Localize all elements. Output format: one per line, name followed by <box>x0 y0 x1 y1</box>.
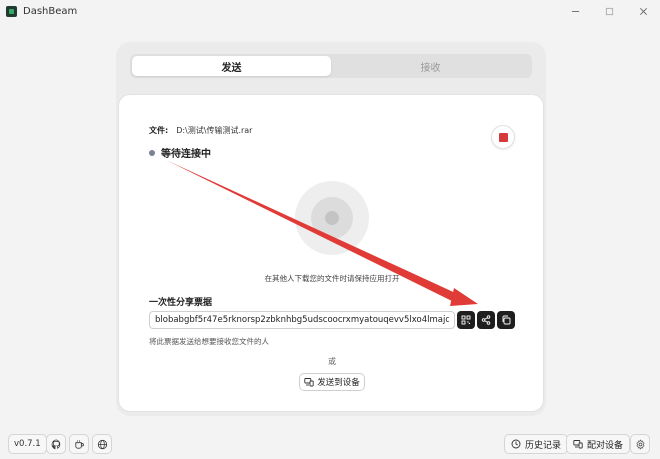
ticket-hint: 将此票据发送给想要接收您文件的人 <box>149 337 269 346</box>
globe-icon <box>97 439 107 449</box>
history-label: 历史记录 <box>525 440 562 451</box>
window-title: DashBeam <box>23 5 78 17</box>
pair-device-label: 配对设备 <box>587 440 624 451</box>
qr-code-icon <box>461 315 471 325</box>
stop-button[interactable] <box>491 125 515 149</box>
status-dot-icon <box>149 149 155 156</box>
stop-icon <box>498 132 508 142</box>
connection-status: 等待连接中 <box>149 145 211 160</box>
or-divider: 或 <box>328 357 336 366</box>
title-bar: DashBeam <box>0 0 660 22</box>
ticket-input[interactable] <box>149 311 455 329</box>
send-to-device-label: 发送到设备 <box>317 378 360 388</box>
tab-bar: 发送 接收 <box>130 54 532 78</box>
main-panel: 发送 接收 文件: D:\测试\传输测试.rar 等待连接中 在其他人下载您的文… <box>116 42 546 416</box>
ticket-title: 一次性分享票据 <box>149 298 213 308</box>
device-icon <box>573 440 583 449</box>
qr-code-button[interactable] <box>457 311 475 329</box>
gear-icon <box>635 438 645 450</box>
file-path: D:\测试\传输测试.rar <box>176 126 253 135</box>
maximize-icon <box>605 7 613 15</box>
waiting-indicator <box>295 181 369 255</box>
copy-button[interactable] <box>497 311 515 329</box>
minimize-icon <box>571 10 579 12</box>
close-icon <box>639 7 647 15</box>
coffee-button[interactable] <box>69 434 89 454</box>
github-button[interactable] <box>46 434 66 454</box>
pair-device-button[interactable]: 配对设备 <box>566 434 631 454</box>
history-icon <box>511 439 521 449</box>
window-controls <box>558 0 660 22</box>
language-button[interactable] <box>92 434 112 454</box>
file-row: 文件: D:\测试\传输测试.rar <box>149 125 252 136</box>
settings-button[interactable] <box>630 434 650 454</box>
send-to-device-button[interactable]: 发送到设备 <box>299 373 365 391</box>
history-button[interactable]: 历史记录 <box>504 434 569 454</box>
coffee-cup-icon <box>74 439 84 449</box>
version-button[interactable]: v0.7.1 <box>8 434 47 454</box>
tab-send[interactable]: 发送 <box>132 56 331 76</box>
waiting-indicator-inner <box>311 197 353 239</box>
waiting-indicator-core <box>325 211 339 225</box>
copy-icon <box>502 315 511 325</box>
share-button[interactable] <box>477 311 495 329</box>
status-text: 等待连接中 <box>161 149 211 160</box>
tab-receive[interactable]: 接收 <box>331 56 530 76</box>
app-logo-icon <box>6 5 17 17</box>
file-label: 文件: <box>149 126 169 135</box>
share-icon <box>481 315 491 325</box>
send-card: 文件: D:\测试\传输测试.rar 等待连接中 在其他人下载您的文件时请保持应… <box>118 94 544 412</box>
minimize-button[interactable] <box>558 0 592 22</box>
github-icon <box>51 439 60 449</box>
close-button[interactable] <box>626 0 660 22</box>
device-icon <box>304 378 314 387</box>
maximize-button[interactable] <box>592 0 626 22</box>
keep-open-hint: 在其他人下载您的文件时请保持应用打开 <box>264 274 400 283</box>
